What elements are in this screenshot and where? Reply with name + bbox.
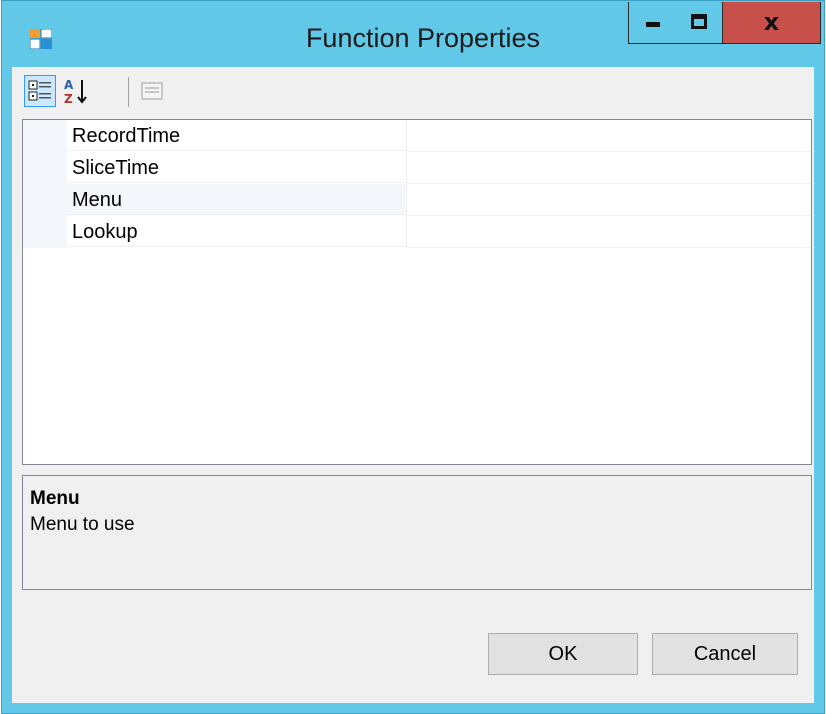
- dialog-client-area: A Z RecordTime SliceTime Menu Lookup Men…: [12, 67, 814, 703]
- toolbar-separator: [128, 77, 129, 107]
- property-name[interactable]: Menu: [67, 184, 407, 215]
- row-margin: [23, 120, 67, 152]
- property-grid[interactable]: RecordTime SliceTime Menu Lookup: [22, 119, 812, 465]
- property-pages-icon: [141, 82, 163, 100]
- close-button[interactable]: x: [723, 2, 821, 44]
- property-row-recordtime[interactable]: RecordTime: [23, 120, 811, 152]
- maximize-button[interactable]: [675, 2, 723, 44]
- function-properties-dialog: Function Properties x A Z RecordTime Sli…: [1, 0, 825, 714]
- maximize-icon: [691, 14, 707, 29]
- alphabetical-button[interactable]: A Z: [60, 75, 92, 107]
- svg-text:A: A: [64, 78, 74, 92]
- property-name[interactable]: RecordTime: [67, 120, 407, 151]
- property-pages-button[interactable]: [136, 75, 168, 107]
- property-value[interactable]: [407, 120, 811, 152]
- minimize-button[interactable]: [628, 2, 676, 44]
- property-value[interactable]: [407, 216, 811, 248]
- minimize-icon: [646, 22, 660, 27]
- alphabetical-sort-icon: A Z: [64, 78, 87, 106]
- property-grid-toolbar: A Z: [12, 67, 814, 119]
- property-value[interactable]: [407, 184, 811, 216]
- help-title: Menu: [30, 488, 80, 509]
- svg-text:Z: Z: [64, 92, 73, 106]
- row-margin: [23, 184, 67, 216]
- row-margin: [23, 216, 67, 248]
- property-row-lookup[interactable]: Lookup: [23, 216, 811, 248]
- categorized-icon: [28, 80, 51, 101]
- help-panel: Menu Menu to use: [22, 475, 812, 590]
- property-row-slicetime[interactable]: SliceTime: [23, 152, 811, 184]
- close-icon: x: [763, 8, 780, 36]
- categorized-button[interactable]: [24, 75, 56, 107]
- ok-button[interactable]: OK: [488, 633, 638, 675]
- property-name[interactable]: Lookup: [67, 216, 407, 247]
- cancel-button[interactable]: Cancel: [652, 633, 798, 675]
- row-margin: [23, 152, 67, 184]
- property-name[interactable]: SliceTime: [67, 152, 407, 183]
- title-bar[interactable]: Function Properties x: [2, 1, 824, 67]
- help-description: Menu to use: [30, 514, 135, 535]
- property-row-menu[interactable]: Menu: [23, 184, 811, 216]
- property-value[interactable]: [407, 152, 811, 184]
